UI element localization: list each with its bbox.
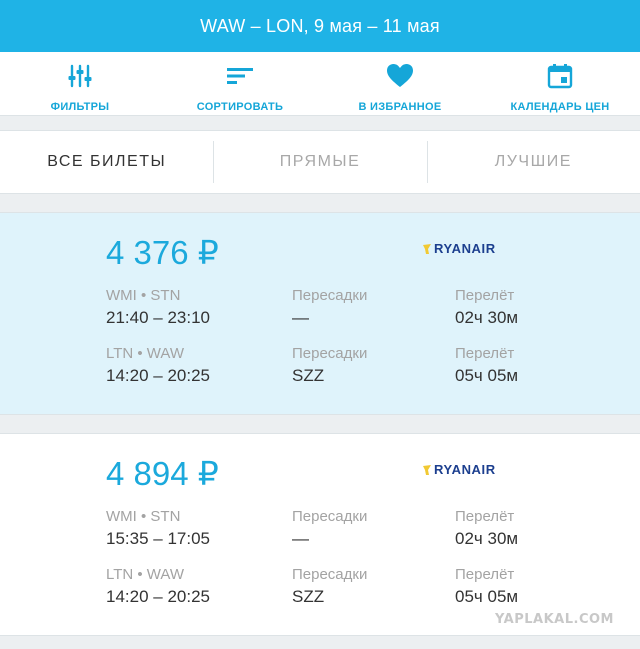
sort-button[interactable]: СОРТИРОВАТЬ [160,52,320,115]
tab-direct[interactable]: ПРЯМЫЕ [213,131,426,193]
heart-icon [386,62,414,95]
outbound-duration: Перелёт 02ч 30м [455,508,518,549]
app-header: WAW – LON, 9 мая – 11 мая [0,0,640,52]
tab-best[interactable]: ЛУЧШИЕ [426,131,640,193]
duration-label: Перелёт [455,566,515,583]
airline-logo: RYANAIR [422,241,496,256]
ryanair-harp-icon [423,243,431,254]
stops-value: — [292,308,309,327]
flight-times: 15:35 – 17:05 [106,529,210,548]
stops-value: SZZ [292,587,325,606]
calendar-icon [546,62,574,95]
duration-label: Перелёт [455,508,515,525]
outbound-stops: Пересадки — [292,508,367,549]
watermark: YAPLAKAL.COM [495,612,614,627]
ryanair-harp-icon [423,464,431,475]
route-codes: LTN • WAW [106,566,185,583]
ticket-tabs: ВСЕ БИЛЕТЫ ПРЯМЫЕ ЛУЧШИЕ [0,130,640,194]
outbound-duration: Перелёт 02ч 30м [455,287,518,328]
route-codes: WMI • STN [106,508,181,525]
duration-value: 02ч 30м [455,308,519,327]
flight-times: 21:40 – 23:10 [106,308,210,327]
duration-value: 02ч 30м [455,529,519,548]
filters-button[interactable]: ФИЛЬТРЫ [0,52,160,115]
filter-sliders-icon [66,62,94,95]
ticket-price: 4 894 ₽ [106,455,219,492]
stops-label: Пересадки [292,345,368,362]
outbound-route: WMI • STN 15:35 – 17:05 [106,508,210,549]
flight-times: 14:20 – 20:25 [106,587,210,606]
stops-value: — [292,529,309,548]
sort-lines-icon [226,62,254,95]
duration-value: 05ч 05м [455,587,519,606]
stops-label: Пересадки [292,508,368,525]
flight-times: 14:20 – 20:25 [106,366,210,385]
price-calendar-label: КАЛЕНДАРЬ ЦЕН [510,101,610,113]
airline-name: RYANAIR [434,241,496,256]
duration-value: 05ч 05м [455,366,519,385]
ticket-price: 4 376 ₽ [106,234,219,271]
sort-label: СОРТИРОВАТЬ [196,101,284,113]
return-stops: Пересадки SZZ [292,345,367,386]
tab-all-tickets[interactable]: ВСЕ БИЛЕТЫ [0,131,213,193]
airline-name: RYANAIR [434,462,496,477]
return-route: LTN • WAW 14:20 – 20:25 [106,345,210,386]
route-codes: WMI • STN [106,287,181,304]
return-duration: Перелёт 05ч 05м [455,566,518,607]
search-title[interactable]: WAW – LON, 9 мая – 11 мая [200,16,440,37]
airline-logo: RYANAIR [422,462,496,477]
favorites-label: В ИЗБРАННОЕ [358,101,442,113]
filters-label: ФИЛЬТРЫ [50,101,110,113]
route-codes: LTN • WAW [106,345,185,362]
return-stops: Пересадки SZZ [292,566,367,607]
add-to-favorites-button[interactable]: В ИЗБРАННОЕ [320,52,480,115]
stops-label: Пересадки [292,287,368,304]
return-route: LTN • WAW 14:20 – 20:25 [106,566,210,607]
ticket-card[interactable]: 4 894 ₽ RYANAIR WMI • STN 15:35 – 17:05 … [0,433,640,636]
stops-label: Пересадки [292,566,368,583]
outbound-stops: Пересадки — [292,287,367,328]
outbound-route: WMI • STN 21:40 – 23:10 [106,287,210,328]
price-calendar-button[interactable]: КАЛЕНДАРЬ ЦЕН [480,52,640,115]
duration-label: Перелёт [455,287,515,304]
return-duration: Перелёт 05ч 05м [455,345,518,386]
ticket-card[interactable]: 4 376 ₽ RYANAIR WMI • STN 21:40 – 23:10 … [0,212,640,415]
toolbar: ФИЛЬТРЫ СОРТИРОВАТЬ В ИЗБРАННОЕ КАЛЕНДАР… [0,52,640,116]
stops-value: SZZ [292,366,325,385]
duration-label: Перелёт [455,345,515,362]
